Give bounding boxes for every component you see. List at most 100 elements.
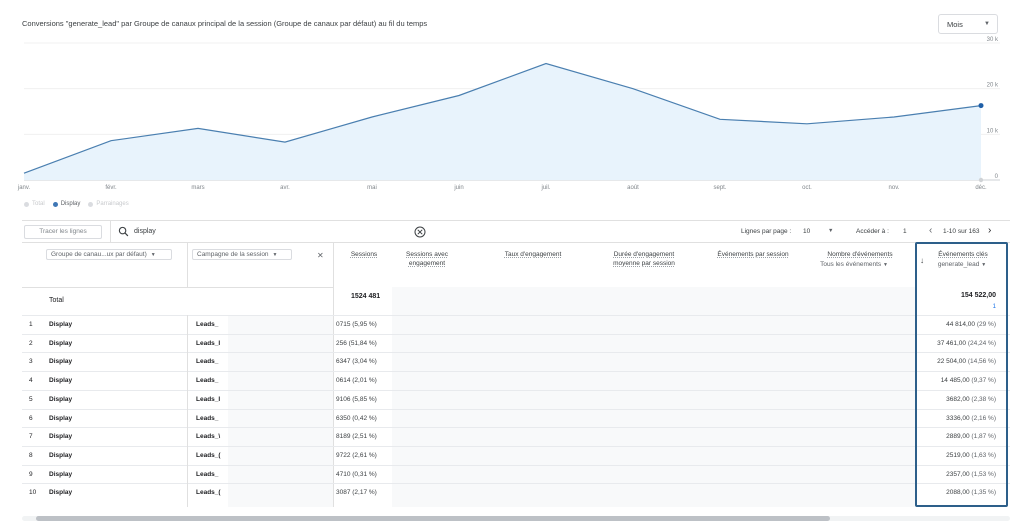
close-icon[interactable]: ✕	[317, 251, 324, 260]
trace-lines-button[interactable]: Tracer les lignes	[24, 225, 102, 239]
x-tick-label: oct.	[802, 185, 812, 191]
x-tick-label: mai	[367, 185, 377, 191]
row-index: 8	[29, 451, 33, 459]
table-row[interactable]: 5 Display Leads_I 9106 (5,85 %) 3682,00 (2,3…	[22, 389, 1010, 409]
y-tick-label: 0	[995, 174, 999, 180]
row-sessions: 6350 (0,42 %)	[336, 414, 377, 422]
row-campaign: Leads_\	[196, 433, 221, 441]
col-engaged-sessions[interactable]: Sessions avec engagement	[396, 250, 458, 268]
line-chart: 30 k20 k10 k0 janv. févr. mars avr. mai juin j…	[17, 37, 1000, 191]
x-tick-label: janv.	[17, 185, 31, 191]
row-campaign: Leads_	[196, 377, 219, 385]
horizontal-scrollbar-thumb[interactable]	[36, 516, 830, 521]
divider	[187, 315, 188, 507]
col-sub-label: Tous les événements	[820, 261, 882, 268]
rows-per-page-label: Lignes par page :	[741, 228, 792, 235]
table-row[interactable]: 4 Display Leads_ 0614 (2,01 %) 14 485,00 (9,…	[22, 371, 1010, 390]
col-label-line: engagement	[408, 260, 446, 267]
row-sessions: 6347 (3,04 %)	[336, 358, 377, 366]
chevron-right-icon[interactable]: ›	[988, 225, 991, 236]
y-axis-ticks: 30 k 20 k 10 k 0	[987, 37, 999, 180]
row-campaign: Leads_	[196, 358, 219, 366]
row-sessions: 8189 (2,51 %)	[336, 433, 377, 441]
row-campaign: Leads_	[196, 470, 219, 478]
table-row[interactable]: 10 Display Leads_(3087 (2,17 %) 2088,00 (1,…	[22, 483, 1010, 502]
divider	[22, 242, 1010, 243]
col-label-line: Durée d'engagement	[613, 251, 675, 258]
legend-item[interactable]: Display	[52, 201, 80, 207]
row-campaign: Leads_	[196, 321, 219, 328]
row-index: 4	[29, 377, 33, 385]
x-tick-label: déc.	[975, 185, 987, 191]
event-count-filter[interactable]: Tous les événements ▼	[812, 261, 896, 268]
col-sessions[interactable]: Sessions	[340, 250, 388, 259]
legend-dot-icon	[24, 201, 29, 207]
y-tick-label: 30 k	[987, 37, 999, 43]
row-sessions: 9106 (5,85 %)	[336, 395, 377, 403]
row-channel: Display	[49, 414, 73, 422]
col-label-line: Nombre d'événements	[827, 251, 893, 258]
x-tick-label: févr.	[105, 185, 117, 191]
row-sessions: 256 (51,84 %)	[336, 339, 377, 347]
row-channel: Display	[49, 395, 73, 403]
x-axis-ticks: janv. févr. mars avr. mai juin juil. août sept. o…	[17, 185, 987, 191]
row-channel: Display	[49, 377, 73, 385]
col-event-count[interactable]: Nombre d'événements	[812, 250, 908, 259]
table-row[interactable]: 7 Display Leads_\ 8189 (2,51 %) 2889,00 (1,8…	[22, 427, 1010, 446]
x-tick-label: mars	[191, 185, 204, 191]
row-index: 5	[29, 395, 33, 403]
key-events-highlight	[915, 242, 1008, 507]
dimension-select-label: Campagne de la session	[197, 251, 269, 258]
divider	[22, 220, 1010, 221]
row-sessions: 9722 (2,61 %)	[336, 451, 377, 459]
x-tick-label: nov.	[889, 185, 900, 191]
dimension-select-campaign[interactable]: Campagne de la session ▼	[192, 249, 292, 260]
chevron-down-icon[interactable]: ▼	[828, 228, 833, 234]
table-row[interactable]: 2 Display Leads_I 256 (51,84 %) 37 461,00 (2…	[22, 333, 1010, 353]
row-campaign: Leads_(	[196, 489, 221, 497]
page-range: 1-10 sur 163	[943, 228, 980, 235]
divider	[187, 242, 188, 287]
x-tick-label: sept.	[713, 185, 726, 191]
table-row[interactable]: 3 Display Leads_ 6347 (3,04 %) 22 504,00 (14…	[22, 352, 1010, 371]
clear-search-icon[interactable]	[414, 226, 426, 238]
row-campaign: Leads_I	[196, 339, 221, 347]
divider	[110, 220, 111, 242]
chevron-down-icon: ▼	[882, 262, 888, 268]
x-tick-label: août	[627, 185, 639, 191]
table-row[interactable]: 1 Display Leads_ 0715 (5,95 %) 44 814,00 (29…	[22, 315, 1010, 334]
row-index: 7	[29, 433, 33, 441]
row-index: 3	[29, 358, 33, 366]
chart-legend: Total Display Parrainages	[24, 201, 129, 207]
legend-item[interactable]: Total	[24, 201, 45, 207]
total-label: Total	[49, 297, 64, 304]
row-campaign: Leads_(	[196, 451, 221, 459]
goto-label: Accéder à :	[856, 228, 889, 235]
legend-label: Total	[32, 201, 45, 207]
row-channel: Display	[49, 321, 73, 328]
y-tick-label: 20 k	[987, 83, 999, 89]
row-index: 10	[29, 489, 37, 497]
col-engagement-rate[interactable]: Taux d'engagement	[494, 250, 572, 259]
table-row[interactable]: 6 Display Leads_ 6350 (0,42 %) 3336,00 (2,16…	[22, 408, 1010, 428]
row-index: 9	[29, 470, 33, 478]
col-events-per-session[interactable]: Événements par session	[708, 250, 798, 259]
legend-item[interactable]: Parrainages	[88, 201, 129, 207]
col-label-line: Sessions avec	[406, 251, 448, 258]
rows-per-page-select[interactable]: 10	[803, 228, 810, 235]
table-row[interactable]: 9 Display Leads_ 4710 (0,31 %) 2357,00 (1,53…	[22, 464, 1010, 484]
chevron-down-icon: ▼	[272, 252, 278, 258]
legend-dot-icon	[88, 201, 94, 207]
row-channel: Display	[49, 451, 73, 459]
data-point	[978, 103, 984, 109]
chevron-down-icon: ▼	[150, 252, 156, 258]
chevron-left-icon[interactable]: ‹	[929, 225, 932, 236]
col-label-line: Événements par session	[717, 251, 789, 258]
dimension-select-channel[interactable]: Groupe de canau...ux par défaut) ▼	[46, 249, 172, 260]
table-row[interactable]: 8 Display Leads_(9722 (2,61 %) 2519,00 (1,6…	[22, 445, 1010, 465]
row-campaign: Leads_	[196, 414, 219, 422]
row-channel: Display	[49, 433, 73, 441]
goto-page-input[interactable]: 1	[903, 228, 907, 235]
col-avg-engagement-duration[interactable]: Durée d'engagement moyenne par session	[602, 250, 686, 268]
search-input[interactable]: display	[134, 228, 156, 235]
